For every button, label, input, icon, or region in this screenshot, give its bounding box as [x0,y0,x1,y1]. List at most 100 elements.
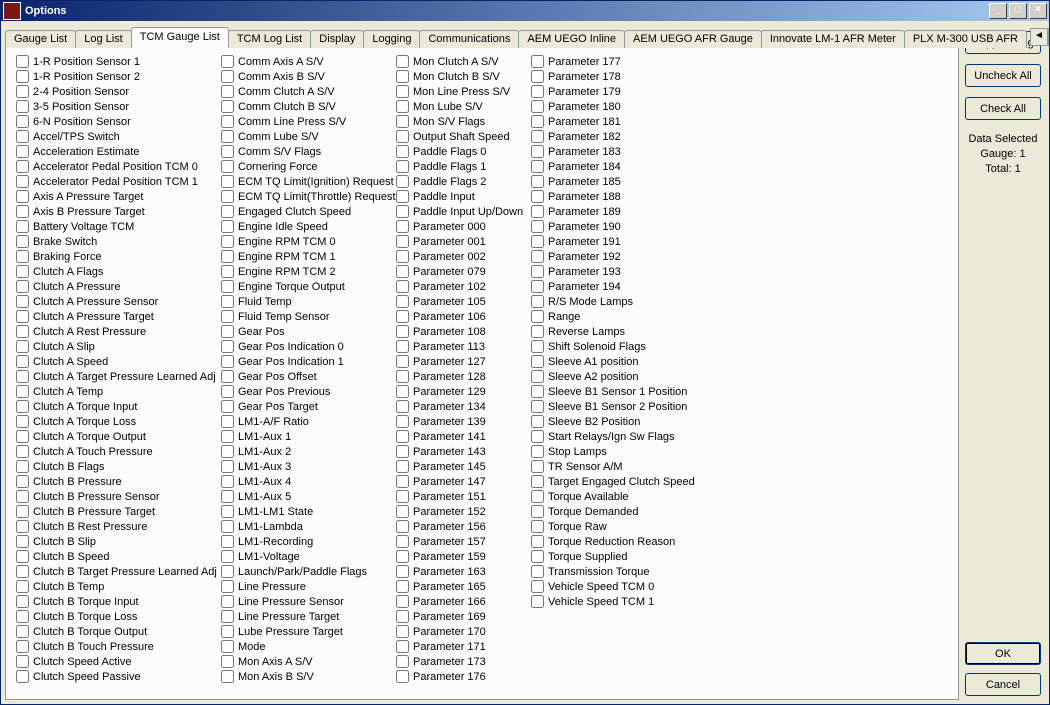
checkbox[interactable] [396,325,409,338]
checkbox-label[interactable]: Clutch B Pressure Target [33,506,155,518]
checkbox[interactable] [531,100,544,113]
checkbox[interactable] [396,70,409,83]
checkbox[interactable] [531,130,544,143]
checkbox[interactable] [221,220,234,233]
checkbox-label[interactable]: Parameter 180 [548,101,621,113]
checkbox[interactable] [531,190,544,203]
checkbox-label[interactable]: Parameter 143 [413,446,486,458]
checkbox-label[interactable]: Parameter 079 [413,266,486,278]
tab-communications[interactable]: Communications [419,30,519,48]
checkbox[interactable] [221,190,234,203]
checkbox-label[interactable]: Parameter 000 [413,221,486,233]
checkbox[interactable] [16,55,29,68]
checkbox[interactable] [16,145,29,158]
checkbox[interactable] [221,475,234,488]
checkbox[interactable] [16,160,29,173]
tab-scroll-right-button[interactable]: ► [1048,28,1049,46]
checkbox-label[interactable]: LM1-Lambda [238,521,303,533]
checkbox[interactable] [531,490,544,503]
checkbox[interactable] [16,190,29,203]
checkbox-label[interactable]: Start Relays/Ign Sw Flags [548,431,675,443]
checkbox[interactable] [221,385,234,398]
checkbox[interactable] [221,310,234,323]
checkbox[interactable] [16,70,29,83]
checkbox-label[interactable]: Clutch A Pressure Target [33,311,154,323]
checkbox-label[interactable]: Clutch A Target Pressure Learned Adj [33,371,216,383]
close-button[interactable]: × [1029,3,1047,19]
checkbox[interactable] [16,370,29,383]
checkbox-label[interactable]: Clutch A Torque Loss [33,416,136,428]
checkbox-label[interactable]: LM1-A/F Ratio [238,416,309,428]
checkbox-label[interactable]: Clutch B Torque Loss [33,611,137,623]
checkbox[interactable] [16,580,29,593]
checkbox[interactable] [16,400,29,413]
checkbox-label[interactable]: Sleeve B1 Sensor 2 Position [548,401,687,413]
checkbox-label[interactable]: Parameter 178 [548,71,621,83]
checkbox[interactable] [221,145,234,158]
checkbox[interactable] [531,85,544,98]
checkbox[interactable] [531,160,544,173]
checkbox-label[interactable]: Parameter 185 [548,176,621,188]
checkbox[interactable] [221,115,234,128]
checkbox-label[interactable]: Engine RPM TCM 2 [238,266,336,278]
checkbox-label[interactable]: Clutch Speed Active [33,656,131,668]
checkbox-label[interactable]: Shift Solenoid Flags [548,341,646,353]
checkbox[interactable] [531,70,544,83]
checkbox[interactable] [531,565,544,578]
checkbox[interactable] [531,520,544,533]
checkbox-label[interactable]: Parameter 106 [413,311,486,323]
checkbox-label[interactable]: Gear Pos Target [238,401,318,413]
checkbox[interactable] [396,100,409,113]
checkbox[interactable] [16,265,29,278]
checkbox-label[interactable]: Acceleration Estimate [33,146,139,158]
checkbox-label[interactable]: Parameter 134 [413,401,486,413]
checkbox-label[interactable]: 1-R Position Sensor 1 [33,56,140,68]
checkbox-label[interactable]: Engaged Clutch Speed [238,206,351,218]
minimize-button[interactable]: _ [989,3,1007,19]
checkbox[interactable] [396,235,409,248]
checkbox-label[interactable]: Axis B Pressure Target [33,206,145,218]
checkbox[interactable] [16,130,29,143]
checkbox-label[interactable]: Parameter 147 [413,476,486,488]
checkbox-label[interactable]: LM1-Voltage [238,551,300,563]
checkbox-label[interactable]: Torque Reduction Reason [548,536,675,548]
checkbox[interactable] [396,175,409,188]
checkbox[interactable] [221,595,234,608]
checkbox[interactable] [531,580,544,593]
checkbox-label[interactable]: Parameter 145 [413,461,486,473]
checkbox-label[interactable]: TR Sensor A/M [548,461,623,473]
checkbox[interactable] [221,460,234,473]
checkbox-label[interactable]: Torque Supplied [548,551,628,563]
checkbox-label[interactable]: Parameter 166 [413,596,486,608]
checkbox-label[interactable]: Clutch A Flags [33,266,103,278]
checkbox[interactable] [396,595,409,608]
checkbox[interactable] [531,340,544,353]
checkbox[interactable] [396,475,409,488]
checkbox-label[interactable]: Mon Axis B S/V [238,671,314,683]
checkbox-label[interactable]: Parameter 139 [413,416,486,428]
checkbox-label[interactable]: Clutch B Torque Input [33,596,139,608]
checkbox[interactable] [531,475,544,488]
checkbox[interactable] [396,190,409,203]
checkbox[interactable] [221,670,234,683]
checkbox[interactable] [16,310,29,323]
checkbox-label[interactable]: Line Pressure Sensor [238,596,344,608]
checkbox[interactable] [16,445,29,458]
checkbox[interactable] [221,340,234,353]
checkbox[interactable] [221,55,234,68]
checkbox-label[interactable]: Clutch B Slip [33,536,96,548]
checkbox-label[interactable]: Transmission Torque [548,566,650,578]
checkbox-label[interactable]: Clutch A Speed [33,356,108,368]
checkbox[interactable] [396,400,409,413]
checkbox[interactable] [531,535,544,548]
tab-log-list[interactable]: Log List [75,30,132,48]
checkbox[interactable] [16,670,29,683]
checkbox[interactable] [16,505,29,518]
checkbox[interactable] [531,295,544,308]
checkbox-label[interactable]: Engine RPM TCM 1 [238,251,336,263]
checkbox[interactable] [396,220,409,233]
checkbox[interactable] [221,265,234,278]
checkbox[interactable] [16,355,29,368]
checkbox[interactable] [396,565,409,578]
checkbox[interactable] [531,400,544,413]
